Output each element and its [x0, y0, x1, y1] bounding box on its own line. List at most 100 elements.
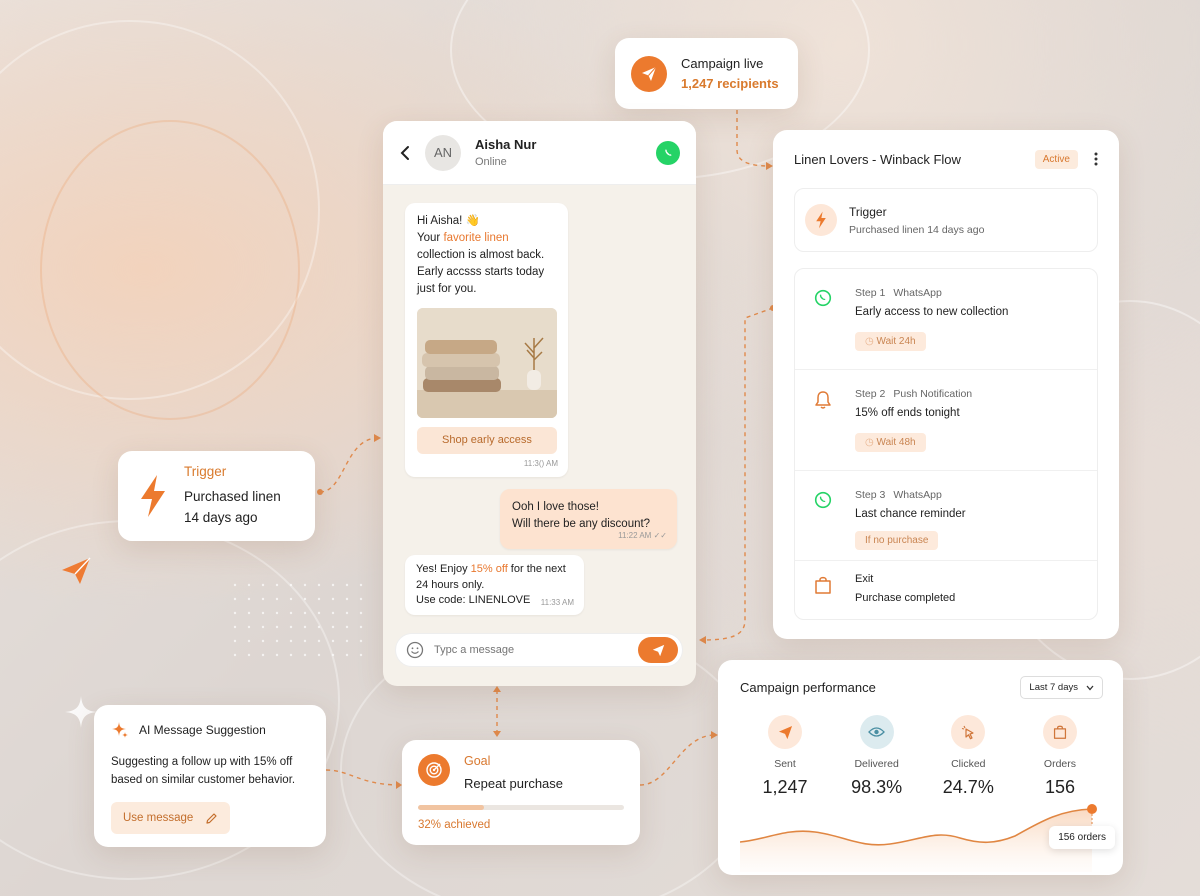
- message-text-pre: Your: [417, 232, 444, 244]
- trigger-card: Trigger Purchased linen 14 days ago: [118, 451, 315, 541]
- message-text-pre: Yes! Enjoy: [416, 563, 471, 575]
- chart-tooltip: 156 orders: [1049, 826, 1115, 849]
- whatsapp-icon: [809, 471, 837, 560]
- wait-chip-label: Wait 24h: [876, 336, 916, 347]
- clock-icon: ◷: [865, 437, 877, 448]
- flow-steps: Step 1 WhatsApp Early access to new colle…: [794, 268, 1098, 620]
- whatsapp-icon: [809, 269, 837, 369]
- message-text: Your favorite linen collection is almost…: [417, 230, 556, 298]
- metric-orders: Orders 156: [1025, 715, 1095, 798]
- chat-header: AN Aisha Nur Online: [383, 121, 696, 185]
- step-meta: Step 2 Push Notification: [855, 370, 972, 400]
- goal-label: Goal: [464, 754, 491, 768]
- condition-chip: If no purchase: [855, 531, 939, 550]
- step-channel: Push Notification: [893, 388, 973, 400]
- step-number: Step 1: [855, 287, 886, 299]
- lightning-icon: [805, 204, 837, 236]
- flow-step-1[interactable]: Step 1 WhatsApp Early access to new colle…: [795, 269, 1097, 370]
- message-text: Yes! Enjoy 15% off for the next 24 hours…: [416, 562, 573, 593]
- step-title: 15% off ends tonight: [855, 407, 960, 419]
- goal-progress-bar: [418, 805, 624, 810]
- bell-icon: [809, 370, 837, 470]
- metric-clicked: Clicked 24.7%: [933, 715, 1003, 798]
- flow-title: Linen Lovers - Winback Flow: [794, 151, 961, 167]
- ai-suggestion-card: AI Message Suggestion Suggesting a follo…: [94, 705, 326, 847]
- message-bubble-incoming: Yes! Enjoy 15% off for the next 24 hours…: [405, 555, 584, 615]
- send-icon: [768, 715, 802, 749]
- trigger-line1: Purchased linen: [184, 489, 281, 504]
- sparkle-icon: [111, 721, 129, 739]
- emoji-icon[interactable]: [406, 641, 424, 659]
- step-title: Last chance reminder: [855, 508, 966, 520]
- product-image: [417, 308, 557, 418]
- flow-step-2[interactable]: Step 2 Push Notification 15% off ends ton…: [795, 370, 1097, 471]
- message-time: 11:3() AM: [523, 459, 558, 468]
- goal-card: Goal Repeat purchase 32% achieved: [402, 740, 640, 845]
- message-input-bar: [395, 633, 683, 667]
- wait-chip: ◷ Wait 24h: [855, 332, 926, 351]
- double-check-icon: ✓✓: [653, 531, 667, 540]
- campaign-performance-card: Campaign performance Last 7 days Sent 1,…: [718, 660, 1123, 875]
- metric-delivered: Delivered 98.3%: [842, 715, 912, 798]
- flow-trigger-label: Trigger: [849, 204, 887, 219]
- send-message-button[interactable]: [638, 637, 678, 663]
- message-text-rest: collection is almost back. Early accsss …: [417, 249, 545, 295]
- shopping-bag-icon: [1042, 715, 1077, 749]
- message-highlight: favorite linen: [443, 232, 509, 244]
- pencil-icon: [205, 812, 218, 825]
- metric-value: 98.3%: [851, 777, 903, 797]
- message-text: Ooh I love those!: [512, 501, 599, 513]
- goal-progress-label: 32% achieved: [418, 819, 491, 831]
- message-time: 11:33 AM: [540, 597, 574, 607]
- message-time-text: 11:22 AM: [618, 531, 652, 540]
- campaign-live-card: Campaign live 1,247 recipients: [615, 38, 798, 109]
- contact-name: Aisha Nur: [475, 137, 537, 152]
- metric-label: Clicked: [951, 758, 986, 770]
- whatsapp-chat-window: AN Aisha Nur Online Hi Aisha! 👋 Your fav…: [383, 121, 696, 686]
- ai-title: AI Message Suggestion: [139, 723, 266, 737]
- message-bubble-outgoing: Ooh I love those! Will there be any disc…: [500, 489, 677, 549]
- cursor-click-icon: [951, 715, 986, 749]
- flow-trigger-desc: Purchased linen 14 days ago: [849, 223, 985, 236]
- step-channel: WhatsApp: [893, 287, 942, 299]
- shopping-bag-icon: [809, 561, 837, 619]
- trigger-label: Trigger: [184, 464, 227, 479]
- step-number: Step 3: [855, 489, 886, 501]
- metric-sent: Sent 1,247: [750, 715, 820, 798]
- more-options-icon[interactable]: [1094, 152, 1098, 166]
- shop-early-access-button[interactable]: Shop early access: [417, 427, 557, 454]
- metric-value: 24.7%: [942, 777, 994, 797]
- performance-title: Campaign performance: [740, 680, 876, 695]
- status-badge: Active: [1034, 149, 1078, 169]
- step-title: Purchase completed: [855, 592, 956, 604]
- message-time: 11:22 AM ✓✓: [618, 527, 667, 544]
- flow-step-3[interactable]: Step 3 WhatsApp Last chance reminder If n…: [795, 471, 1097, 561]
- chevron-down-icon: [1086, 685, 1094, 691]
- metric-label: Delivered: [854, 758, 899, 770]
- contact-status: Online: [475, 156, 507, 168]
- step-channel: WhatsApp: [893, 489, 942, 501]
- date-range-value: Last 7 days: [1029, 682, 1078, 693]
- sparkle-icon: [64, 695, 98, 729]
- metric-value: 1,247: [762, 777, 808, 797]
- step-meta: Step 3 WhatsApp: [855, 471, 966, 501]
- whatsapp-icon: [656, 140, 680, 165]
- message-greeting: Hi Aisha! 👋: [417, 215, 480, 227]
- date-range-select[interactable]: Last 7 days: [1020, 676, 1103, 699]
- message-input[interactable]: [434, 644, 628, 656]
- avatar[interactable]: AN: [425, 134, 461, 171]
- eye-icon: [859, 715, 894, 749]
- paper-plane-icon: [60, 556, 92, 586]
- step-number: Step 2: [855, 388, 886, 400]
- step-title: Early access to new collection: [855, 306, 1009, 318]
- metric-label: Sent: [774, 758, 796, 770]
- flow-step-exit[interactable]: Exit Purchase completed: [795, 561, 1097, 619]
- dot-grid: [233, 583, 363, 657]
- flow-trigger-box[interactable]: Trigger Purchased linen 14 days ago: [794, 188, 1098, 252]
- orders-trend-chart: [740, 800, 1102, 872]
- clock-icon: ◷: [865, 336, 877, 347]
- goal-title: Repeat purchase: [464, 776, 564, 791]
- use-message-button[interactable]: Use message: [111, 802, 231, 834]
- back-arrow-icon[interactable]: [399, 145, 411, 161]
- metric-label: Orders: [1043, 758, 1077, 770]
